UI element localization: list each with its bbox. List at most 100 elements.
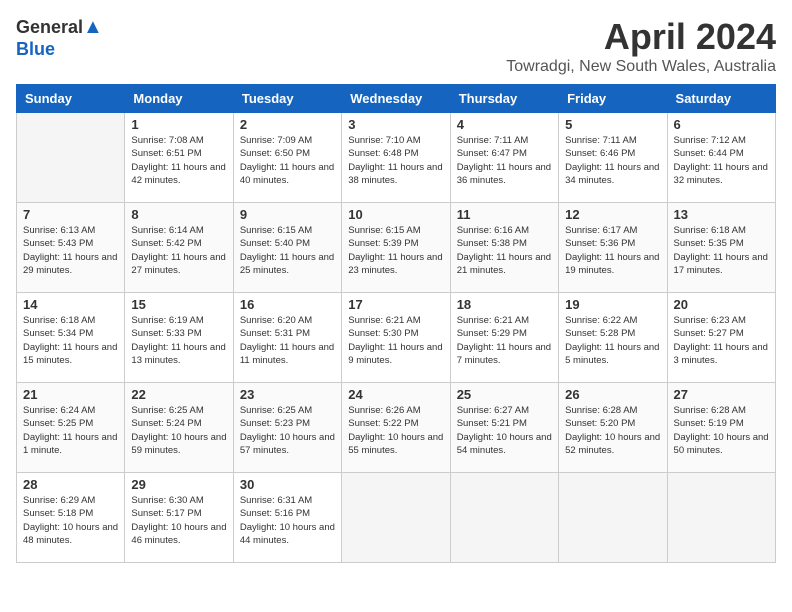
day-info: Sunrise: 6:21 AM Sunset: 5:29 PM Dayligh… — [457, 314, 552, 367]
day-info: Sunrise: 6:15 AM Sunset: 5:39 PM Dayligh… — [348, 224, 443, 277]
day-cell: 15 Sunrise: 6:19 AM Sunset: 5:33 PM Dayli… — [125, 293, 233, 383]
day-cell: 27Sunrise: 6:28 AM Sunset: 5:19 PM Dayli… — [667, 383, 775, 473]
day-cell: 24 Sunrise: 6:26 AM Sunset: 5:22 PM Dayli… — [342, 383, 450, 473]
day-number: 30 — [240, 477, 335, 492]
day-info: Sunrise: 6:25 AM Sunset: 5:23 PM Dayligh… — [240, 404, 335, 457]
day-info: Sunrise: 7:11 AM Sunset: 6:47 PM Dayligh… — [457, 134, 552, 187]
day-number: 17 — [348, 297, 443, 312]
day-number: 22 — [131, 387, 226, 402]
day-cell: 23 Sunrise: 6:25 AM Sunset: 5:23 PM Dayli… — [233, 383, 341, 473]
day-number: 10 — [348, 207, 443, 222]
day-cell: 13 Sunrise: 6:18 AM Sunset: 5:35 PM Dayli… — [667, 203, 775, 293]
logo-text: General▲ — [16, 16, 103, 39]
calendar-title: April 2024 — [506, 16, 776, 58]
day-number: 29 — [131, 477, 226, 492]
day-cell: 9 Sunrise: 6:15 AM Sunset: 5:40 PM Daylig… — [233, 203, 341, 293]
day-cell: 8 Sunrise: 6:14 AM Sunset: 5:42 PM Daylig… — [125, 203, 233, 293]
day-cell: 21 Sunrise: 6:24 AM Sunset: 5:25 PM Dayli… — [17, 383, 125, 473]
day-info: Sunrise: 7:08 AM Sunset: 6:51 PM Dayligh… — [131, 134, 226, 187]
day-cell: 28 Sunrise: 6:29 AM Sunset: 5:18 PM Dayli… — [17, 473, 125, 563]
day-info: Sunrise: 6:15 AM Sunset: 5:40 PM Dayligh… — [240, 224, 335, 277]
logo: General▲ Blue — [16, 16, 103, 60]
header-cell-monday: Monday — [125, 85, 233, 113]
day-number: 23 — [240, 387, 335, 402]
week-row-2: 7Sunrise: 6:13 AM Sunset: 5:43 PM Daylig… — [17, 203, 776, 293]
day-info: Sunrise: 7:12 AM Sunset: 6:44 PM Dayligh… — [674, 134, 769, 187]
day-cell: 12 Sunrise: 6:17 AM Sunset: 5:36 PM Dayli… — [559, 203, 667, 293]
day-number: 13 — [674, 207, 769, 222]
day-cell: 10 Sunrise: 6:15 AM Sunset: 5:39 PM Dayli… — [342, 203, 450, 293]
day-info: Sunrise: 6:27 AM Sunset: 5:21 PM Dayligh… — [457, 404, 552, 457]
day-info: Sunrise: 7:10 AM Sunset: 6:48 PM Dayligh… — [348, 134, 443, 187]
day-cell: 30Sunrise: 6:31 AM Sunset: 5:16 PM Dayli… — [233, 473, 341, 563]
day-cell: 4 Sunrise: 7:11 AM Sunset: 6:47 PM Daylig… — [450, 113, 558, 203]
day-cell — [559, 473, 667, 563]
day-cell: 11Sunrise: 6:16 AM Sunset: 5:38 PM Dayli… — [450, 203, 558, 293]
day-info: Sunrise: 6:13 AM Sunset: 5:43 PM Dayligh… — [23, 224, 118, 277]
day-cell — [17, 113, 125, 203]
day-cell — [342, 473, 450, 563]
day-info: Sunrise: 6:14 AM Sunset: 5:42 PM Dayligh… — [131, 224, 226, 277]
week-row-3: 14 Sunrise: 6:18 AM Sunset: 5:34 PM Dayli… — [17, 293, 776, 383]
calendar-table: SundayMondayTuesdayWednesdayThursdayFrid… — [16, 84, 776, 563]
day-cell: 19Sunrise: 6:22 AM Sunset: 5:28 PM Dayli… — [559, 293, 667, 383]
day-cell: 3 Sunrise: 7:10 AM Sunset: 6:48 PM Daylig… — [342, 113, 450, 203]
day-cell: 22 Sunrise: 6:25 AM Sunset: 5:24 PM Dayli… — [125, 383, 233, 473]
week-row-4: 21 Sunrise: 6:24 AM Sunset: 5:25 PM Dayli… — [17, 383, 776, 473]
day-number: 2 — [240, 117, 335, 132]
day-cell — [667, 473, 775, 563]
day-number: 19 — [565, 297, 660, 312]
day-info: Sunrise: 6:30 AM Sunset: 5:17 PM Dayligh… — [131, 494, 226, 547]
day-info: Sunrise: 6:21 AM Sunset: 5:30 PM Dayligh… — [348, 314, 443, 367]
day-cell: 18 Sunrise: 6:21 AM Sunset: 5:29 PM Dayli… — [450, 293, 558, 383]
day-cell: 29 Sunrise: 6:30 AM Sunset: 5:17 PM Dayli… — [125, 473, 233, 563]
day-cell: 5 Sunrise: 7:11 AM Sunset: 6:46 PM Daylig… — [559, 113, 667, 203]
header-cell-friday: Friday — [559, 85, 667, 113]
day-info: Sunrise: 7:09 AM Sunset: 6:50 PM Dayligh… — [240, 134, 335, 187]
day-cell: 14 Sunrise: 6:18 AM Sunset: 5:34 PM Dayli… — [17, 293, 125, 383]
day-info: Sunrise: 6:18 AM Sunset: 5:35 PM Dayligh… — [674, 224, 769, 277]
day-info: Sunrise: 6:18 AM Sunset: 5:34 PM Dayligh… — [23, 314, 118, 367]
day-cell — [450, 473, 558, 563]
day-cell: 7Sunrise: 6:13 AM Sunset: 5:43 PM Daylig… — [17, 203, 125, 293]
day-number: 9 — [240, 207, 335, 222]
day-number: 27 — [674, 387, 769, 402]
day-number: 21 — [23, 387, 118, 402]
day-number: 20 — [674, 297, 769, 312]
day-cell: 6Sunrise: 7:12 AM Sunset: 6:44 PM Daylig… — [667, 113, 775, 203]
day-number: 28 — [23, 477, 118, 492]
day-number: 15 — [131, 297, 226, 312]
day-info: Sunrise: 6:24 AM Sunset: 5:25 PM Dayligh… — [23, 404, 118, 457]
day-number: 12 — [565, 207, 660, 222]
header: General▲ Blue April 2024 Towradgi, New S… — [16, 16, 776, 76]
day-info: Sunrise: 6:29 AM Sunset: 5:18 PM Dayligh… — [23, 494, 118, 547]
day-cell: 1 Sunrise: 7:08 AM Sunset: 6:51 PM Daylig… — [125, 113, 233, 203]
header-cell-tuesday: Tuesday — [233, 85, 341, 113]
day-info: Sunrise: 6:17 AM Sunset: 5:36 PM Dayligh… — [565, 224, 660, 277]
day-number: 18 — [457, 297, 552, 312]
logo-bird-icon: ▲ — [83, 16, 103, 38]
day-number: 4 — [457, 117, 552, 132]
day-number: 11 — [457, 207, 552, 222]
logo-general: General — [16, 17, 83, 37]
day-number: 5 — [565, 117, 660, 132]
day-info: Sunrise: 6:25 AM Sunset: 5:24 PM Dayligh… — [131, 404, 226, 457]
header-cell-thursday: Thursday — [450, 85, 558, 113]
day-info: Sunrise: 6:19 AM Sunset: 5:33 PM Dayligh… — [131, 314, 226, 367]
day-number: 1 — [131, 117, 226, 132]
day-number: 8 — [131, 207, 226, 222]
day-info: Sunrise: 7:11 AM Sunset: 6:46 PM Dayligh… — [565, 134, 660, 187]
day-number: 14 — [23, 297, 118, 312]
header-row: SundayMondayTuesdayWednesdayThursdayFrid… — [17, 85, 776, 113]
day-info: Sunrise: 6:28 AM Sunset: 5:20 PM Dayligh… — [565, 404, 660, 457]
day-info: Sunrise: 6:20 AM Sunset: 5:31 PM Dayligh… — [240, 314, 335, 367]
header-cell-saturday: Saturday — [667, 85, 775, 113]
logo-blue: Blue — [16, 39, 55, 59]
day-number: 3 — [348, 117, 443, 132]
day-info: Sunrise: 6:26 AM Sunset: 5:22 PM Dayligh… — [348, 404, 443, 457]
header-cell-wednesday: Wednesday — [342, 85, 450, 113]
calendar-subtitle: Towradgi, New South Wales, Australia — [506, 58, 776, 76]
day-number: 24 — [348, 387, 443, 402]
day-cell: 17 Sunrise: 6:21 AM Sunset: 5:30 PM Dayli… — [342, 293, 450, 383]
week-row-1: 1 Sunrise: 7:08 AM Sunset: 6:51 PM Daylig… — [17, 113, 776, 203]
